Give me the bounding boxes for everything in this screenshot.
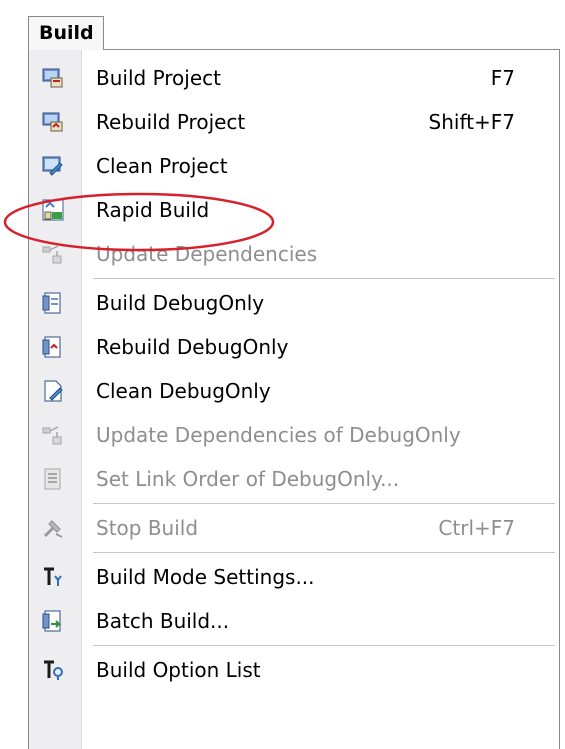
menu-item-rebuild-debugonly[interactable]: Rebuild DebugOnly xyxy=(29,325,559,369)
menu-item-build-option-list[interactable]: Build Option List xyxy=(29,648,559,692)
rapid-build-icon xyxy=(42,199,64,221)
menu-item-update-dependencies-debugonly[interactable]: Update Dependencies of DebugOnly xyxy=(29,413,559,457)
menu-item-label: Build Mode Settings... xyxy=(96,565,315,589)
menu-separator xyxy=(93,278,555,279)
menu-item-label: Stop Build xyxy=(96,516,199,540)
menu-item-label: Clean Project xyxy=(96,154,228,178)
menu-separator xyxy=(93,645,555,646)
update-dependencies-icon xyxy=(42,243,64,265)
menu-item-label: Update Dependencies of DebugOnly xyxy=(96,423,461,447)
clean-debugonly-icon xyxy=(42,380,64,402)
menu-item-label: Rapid Build xyxy=(96,198,210,222)
menu-item-label: Build DebugOnly xyxy=(96,291,265,315)
build-menu-title[interactable]: Build xyxy=(28,16,104,50)
update-dependencies-debugonly-icon xyxy=(42,424,64,446)
menu-item-label: Rebuild Project xyxy=(96,110,246,134)
menu-item-label: Rebuild DebugOnly xyxy=(96,335,289,359)
menu-item-label: Build Option List xyxy=(96,658,261,682)
menu-item-label: Batch Build... xyxy=(96,609,230,633)
set-link-order-icon xyxy=(42,468,64,490)
build-mode-settings-icon xyxy=(42,566,64,588)
menu-item-label: Update Dependencies xyxy=(96,242,318,266)
menu-item-rebuild-project[interactable]: Rebuild Project Shift+F7 xyxy=(29,100,559,144)
menu-item-label: Set Link Order of DebugOnly... xyxy=(96,467,400,491)
menu-item-clean-debugonly[interactable]: Clean DebugOnly xyxy=(29,369,559,413)
menu-item-build-project[interactable]: Build Project F7 xyxy=(29,56,559,100)
rebuild-project-icon xyxy=(42,111,64,133)
menu-item-shortcut: F7 xyxy=(490,66,515,90)
menu-item-stop-build[interactable]: Stop Build Ctrl+F7 xyxy=(29,506,559,550)
build-menu-dropdown: Build Project F7 Rebuild Project Shift+F… xyxy=(28,49,560,749)
menu-separator xyxy=(93,552,555,553)
build-debugonly-icon xyxy=(42,292,64,314)
menu-item-clean-project[interactable]: Clean Project xyxy=(29,144,559,188)
menu-item-build-mode-settings[interactable]: Build Mode Settings... xyxy=(29,555,559,599)
stop-build-icon xyxy=(42,517,64,539)
build-project-icon xyxy=(42,67,64,89)
menu-item-label: Build Project xyxy=(96,66,221,90)
menu-item-set-link-order[interactable]: Set Link Order of DebugOnly... xyxy=(29,457,559,501)
build-option-list-icon xyxy=(42,659,64,681)
menu-item-rapid-build[interactable]: Rapid Build xyxy=(29,188,559,232)
menu-item-batch-build[interactable]: Batch Build... xyxy=(29,599,559,643)
menu-item-shortcut: Shift+F7 xyxy=(428,110,515,134)
menu-item-shortcut: Ctrl+F7 xyxy=(438,516,515,540)
screenshot: Build Build Project F7 Rebuild Project S… xyxy=(0,0,565,749)
clean-project-icon xyxy=(42,155,64,177)
menu-separator xyxy=(93,503,555,504)
menu-item-update-dependencies[interactable]: Update Dependencies xyxy=(29,232,559,276)
menu-item-label: Clean DebugOnly xyxy=(96,379,271,403)
menu-item-build-debugonly[interactable]: Build DebugOnly xyxy=(29,281,559,325)
rebuild-debugonly-icon xyxy=(42,336,64,358)
batch-build-icon xyxy=(42,610,64,632)
